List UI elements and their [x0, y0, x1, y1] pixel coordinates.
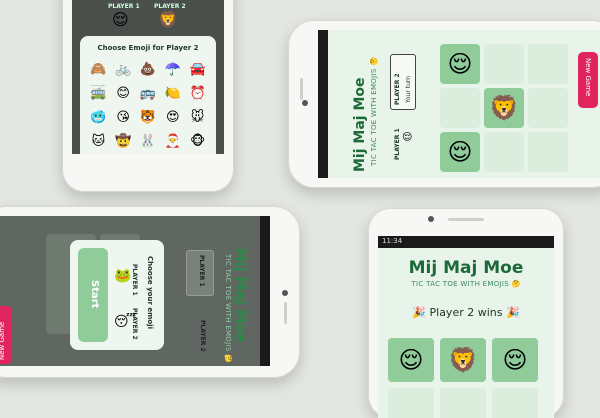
- new-game-button[interactable]: New Game: [0, 306, 12, 364]
- player2-label: PLAYER 2: [394, 73, 401, 105]
- player1-card[interactable]: PLAYER 1: [186, 250, 214, 296]
- board-cell-5[interactable]: [492, 388, 538, 418]
- player2-label: PLAYER 2: [199, 320, 206, 352]
- speaker: [448, 218, 484, 221]
- emoji-option[interactable]: 🐰: [136, 130, 161, 154]
- app-title: Mij Maj Moe: [232, 248, 248, 343]
- party-icon: 🎉: [412, 306, 426, 319]
- speaker: [300, 78, 303, 100]
- phone-start-dialog: Mij Maj Moe TIC TAC TOE WITH EMOJIS 🤔 PL…: [0, 206, 300, 378]
- emoji-option[interactable]: 🚲: [111, 58, 136, 82]
- board-cell-3[interactable]: [388, 388, 434, 418]
- app-subtitle: TIC TAC TOE WITH EMOJIS 🤔: [224, 254, 232, 364]
- board-cell-1[interactable]: 🦁: [440, 338, 486, 382]
- board-cell-0[interactable]: 😌: [388, 338, 434, 382]
- player1-label: PLAYER 1: [108, 3, 140, 10]
- emoji-option[interactable]: 🤠: [111, 130, 136, 154]
- new-game-label: New Game: [0, 321, 6, 360]
- status-bar: 11:34: [378, 236, 554, 248]
- camera: [282, 290, 288, 296]
- board-cell-2[interactable]: [528, 44, 568, 84]
- player2-emoji-choice[interactable]: 😴: [114, 314, 136, 330]
- phone-emoji-picker: PLAYER 1 PLAYER 2 😌 🦁 Choose Emoji for P…: [62, 0, 234, 192]
- camera: [428, 216, 434, 222]
- phone-win: 11:34 Mij Maj Moe TIC TAC TOE WITH EMOJI…: [368, 208, 564, 418]
- board-cell-5[interactable]: [528, 88, 568, 128]
- board-cell-7[interactable]: [484, 132, 524, 172]
- start-dialog: Start Choose your emoji PLAYER 1 PLAYER …: [70, 240, 164, 350]
- emoji-option[interactable]: 🙈: [86, 58, 111, 82]
- player2-emoji[interactable]: 🦁: [158, 10, 178, 29]
- emoji-option[interactable]: 🚌: [136, 82, 161, 106]
- screen: PLAYER 1 PLAYER 2 😌 🦁 Choose Emoji for P…: [72, 0, 224, 154]
- emoji-option[interactable]: 🐵: [185, 130, 210, 154]
- speaker: [284, 302, 287, 324]
- emoji-option[interactable]: ☂️: [160, 58, 185, 82]
- status-bar: [318, 30, 328, 178]
- choose-your-emoji-title: Choose your emoji: [146, 256, 154, 329]
- board-cell-4[interactable]: [440, 388, 486, 418]
- app-subtitle: TIC TAC TOE WITH EMOJIS 🤔: [370, 56, 378, 166]
- player1-emoji[interactable]: 😌: [112, 10, 129, 29]
- emoji-option[interactable]: 🐱: [86, 130, 111, 154]
- your-turn-label: Your turn: [405, 75, 412, 103]
- board-cell-3[interactable]: [440, 88, 480, 128]
- board-cell-1[interactable]: [484, 44, 524, 84]
- emoji-option[interactable]: 💩: [136, 58, 161, 82]
- board-cell-2[interactable]: 😌: [492, 338, 538, 382]
- board-cell-4[interactable]: 🦁: [484, 88, 524, 128]
- emoji-option[interactable]: 🐯: [136, 106, 161, 130]
- new-game-label: New Game: [584, 58, 592, 97]
- new-game-button[interactable]: New Game: [578, 52, 598, 108]
- player1-emoji[interactable]: 😌: [402, 132, 412, 143]
- player1-label: PLAYER 1: [394, 128, 401, 160]
- phone-game-landscape: Mij Maj Moe TIC TAC TOE WITH EMOJIS 🤔 PL…: [288, 20, 600, 188]
- emoji-option[interactable]: 🎅: [160, 130, 185, 154]
- emoji-option[interactable]: 🍋: [160, 82, 185, 106]
- win-message: 🎉 Player 2 wins 🎉: [378, 306, 554, 319]
- player2-label: PLAYER 2: [154, 3, 186, 10]
- start-label: Start: [89, 280, 100, 309]
- start-button[interactable]: Start: [78, 248, 108, 342]
- status-bar: [260, 216, 270, 366]
- app-title: Mij Maj Moe: [408, 258, 524, 278]
- emoji-option[interactable]: 🚘: [185, 58, 210, 82]
- emoji-picker-dialog: Choose Emoji for Player 2 🙈 🚲 💩 ☂️ 🚘 🚎 😊 🚌 🍋 ⏰ 🥶 😘 🐯…: [80, 36, 216, 154]
- app-title: Mij Maj Moe: [352, 77, 368, 173]
- board-cell-0[interactable]: 😌: [440, 44, 480, 84]
- status-time: 11:34: [382, 237, 403, 245]
- app-subtitle: TIC TAC TOE WITH EMOJIS 🤔: [411, 280, 521, 288]
- emoji-option[interactable]: 😊: [111, 82, 136, 106]
- emoji-option[interactable]: 🥶: [86, 106, 111, 130]
- board-cell-8[interactable]: [528, 132, 568, 172]
- emoji-option[interactable]: ⏰: [185, 82, 210, 106]
- emoji-option[interactable]: 😘: [111, 106, 136, 130]
- player1-emoji-choice[interactable]: 🐸: [114, 268, 131, 284]
- board-cell-6[interactable]: 😌: [440, 132, 480, 172]
- emoji-grid: 🙈 🚲 💩 ☂️ 🚘 🚎 😊 🚌 🍋 ⏰ 🥶 😘 🐯 😍 🐭 🐱 🤠 🐰 🎅 🐵: [86, 58, 210, 154]
- player1-label: PLAYER 1: [198, 255, 205, 287]
- emoji-option[interactable]: 😍: [160, 106, 185, 130]
- party-icon: 🎉: [505, 306, 520, 319]
- screen: Mij Maj Moe TIC TAC TOE WITH EMOJIS 🤔 PL…: [318, 30, 600, 178]
- player2-card[interactable]: PLAYER 2 Your turn: [390, 54, 416, 110]
- screen: Mij Maj Moe TIC TAC TOE WITH EMOJIS 🤔 PL…: [0, 216, 270, 366]
- screen: 11:34 Mij Maj Moe TIC TAC TOE WITH EMOJI…: [378, 236, 554, 418]
- win-text: Player 2 wins: [429, 306, 503, 319]
- camera: [302, 100, 308, 106]
- emoji-picker-title: Choose Emoji for Player 2: [97, 44, 199, 52]
- player1-label: PLAYER 1: [131, 264, 138, 296]
- emoji-option[interactable]: 🐭: [185, 106, 210, 130]
- emoji-option[interactable]: 🚎: [86, 82, 111, 106]
